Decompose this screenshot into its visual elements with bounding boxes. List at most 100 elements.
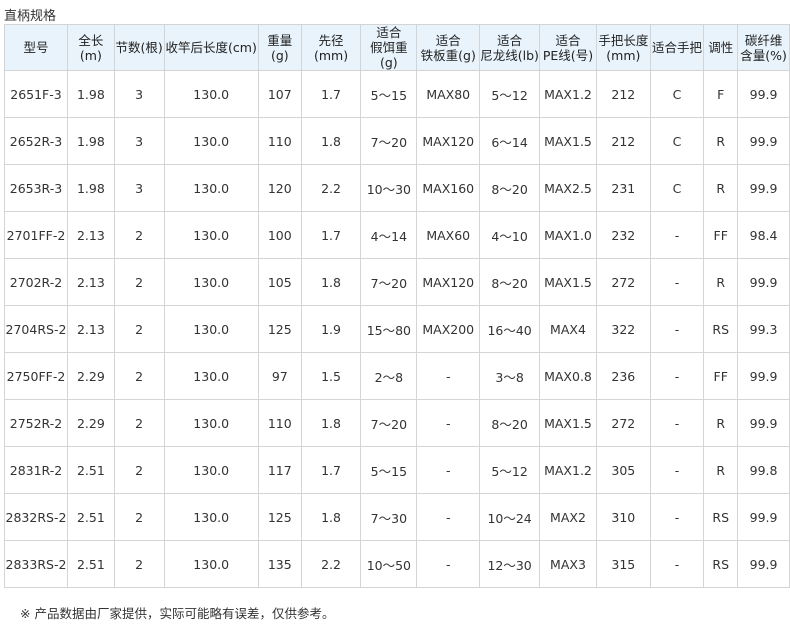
table-cell: 2 (113, 540, 165, 588)
table-cell: MAX1.2 (539, 70, 597, 118)
table-cell: 2.51 (66, 540, 115, 588)
spec-table: 型号 全长(m) 节数(根) 收竿后长度(cm) 重量(g) 先径 (mm) 适合 假饵重(g… (4, 24, 790, 588)
table-cell: MAX3 (539, 540, 597, 588)
table-cell: MAX0.8 (539, 352, 597, 400)
table-cell: 2.13 (66, 305, 115, 353)
table-cell: 1.5 (300, 352, 362, 400)
table-cell: - (649, 211, 705, 259)
table-cell: - (649, 258, 705, 306)
table-cell: 99.9 (737, 258, 790, 306)
table-cell: RS (703, 540, 739, 588)
table-row: 2704RS-2 2.13 2 130.0 125 1.9 15～80 MAX200 16～40… (4, 305, 790, 353)
model-cell: 2832RS-2 (4, 493, 68, 541)
table-cell: C (649, 70, 705, 118)
column-header: 节数(根) (113, 24, 165, 71)
table-cell: 7～20 (360, 258, 418, 306)
table-cell: 2.2 (300, 540, 362, 588)
table-cell: 2 (113, 305, 165, 353)
table-cell: 2.13 (66, 258, 115, 306)
table-cell: 130.0 (163, 70, 259, 118)
table-cell: 6～14 (479, 117, 541, 165)
table-cell: MAX2.5 (539, 164, 597, 212)
table-cell: R (703, 446, 739, 494)
table-cell: C (649, 117, 705, 165)
table-cell: 110 (257, 399, 302, 447)
table-cell: 99.3 (737, 305, 790, 353)
table-cell: 1.98 (66, 164, 115, 212)
table-cell: 3 (113, 70, 165, 118)
table-cell: 272 (595, 258, 651, 306)
table-cell: RS (703, 305, 739, 353)
column-header: 先径 (mm) (300, 24, 362, 71)
table-cell: 2.51 (66, 493, 115, 541)
table-cell: MAX120 (416, 117, 481, 165)
table-cell: 2 (113, 493, 165, 541)
table-cell: - (416, 399, 481, 447)
table-cell: 110 (257, 117, 302, 165)
table-cell: 99.9 (737, 117, 790, 165)
table-cell: MAX160 (416, 164, 481, 212)
table-cell: MAX1.5 (539, 258, 597, 306)
table-cell: 4～14 (360, 211, 418, 259)
table-row: 2702R-2 2.13 2 130.0 105 1.8 7～20 MAX120 8～20 MAX… (4, 258, 790, 306)
table-cell: MAX2 (539, 493, 597, 541)
table-cell: F (703, 70, 739, 118)
table-cell: 3～8 (479, 352, 541, 400)
table-body: 2651F-3 1.98 3 130.0 107 1.7 5～15 MAX80 5～12 MAX1… (4, 70, 790, 588)
table-row: 2832RS-2 2.51 2 130.0 125 1.8 7～30-10～24 MAX2 31… (4, 493, 790, 541)
table-cell: 2.13 (66, 211, 115, 259)
model-cell: 2701FF-2 (4, 211, 68, 259)
table-cell: - (416, 446, 481, 494)
table-cell: 2～8 (360, 352, 418, 400)
table-cell: 236 (595, 352, 651, 400)
table-row: 2653R-3 1.98 3 130.0 120 2.2 10～30 MAX160 8～20 MA… (4, 164, 790, 212)
table-row: 2750FF-2 2.29 2 130.0 97 1.5 2～8-3～8 MAX0.8 236-… (4, 352, 790, 400)
column-header: 适合 假饵重(g) (360, 24, 418, 71)
table-cell: - (649, 446, 705, 494)
table-row: 2652R-3 1.98 3 130.0 110 1.8 7～20 MAX120 6～14 MAX… (4, 117, 790, 165)
table-cell: 1.7 (300, 211, 362, 259)
model-cell: 2651F-3 (4, 70, 68, 118)
table-cell: 8～20 (479, 164, 541, 212)
model-cell: 2652R-3 (4, 117, 68, 165)
spec-title: 直柄规格 (4, 9, 57, 24)
table-row: 2752R-2 2.29 2 130.0 110 1.8 7～20-8～20 MAX1.5 27… (4, 399, 790, 447)
table-cell: RS (703, 493, 739, 541)
table-cell: 7～20 (360, 399, 418, 447)
table-cell: 130.0 (163, 446, 259, 494)
table-cell: MAX1.5 (539, 117, 597, 165)
table-cell: 2.29 (66, 399, 115, 447)
table-cell: 310 (595, 493, 651, 541)
model-cell: 2752R-2 (4, 399, 68, 447)
table-cell: 107 (257, 70, 302, 118)
table-cell: 130.0 (163, 352, 259, 400)
disclaimer-note: ※ 产品数据由厂家提供，实际可能略有误差，仅供参考。 (20, 606, 335, 621)
table-cell: R (703, 399, 739, 447)
table-cell: MAX1.0 (539, 211, 597, 259)
table-cell: 212 (595, 70, 651, 118)
table-cell: R (703, 258, 739, 306)
table-cell: FF (703, 211, 739, 259)
table-cell: FF (703, 352, 739, 400)
table-cell: 15～80 (360, 305, 418, 353)
table-cell: 99.9 (737, 540, 790, 588)
table-cell: 1.8 (300, 117, 362, 165)
table-cell: 231 (595, 164, 651, 212)
column-header: 适合 尼龙线(lb) (479, 24, 541, 71)
table-cell: 117 (257, 446, 302, 494)
table-cell: 130.0 (163, 211, 259, 259)
table-cell: 10～24 (479, 493, 541, 541)
table-cell: 2 (113, 399, 165, 447)
column-header: 型号 (4, 24, 68, 71)
table-cell: 130.0 (163, 305, 259, 353)
table-cell: 98.4 (737, 211, 790, 259)
table-cell: 5～12 (479, 70, 541, 118)
table-cell: 130.0 (163, 117, 259, 165)
table-cell: - (649, 493, 705, 541)
table-cell: - (649, 399, 705, 447)
table-row: 2831R-2 2.51 2 130.0 117 1.7 5～15-5～12 MAX1.2 30… (4, 446, 790, 494)
table-cell: C (649, 164, 705, 212)
table-cell: MAX60 (416, 211, 481, 259)
table-cell: 2 (113, 446, 165, 494)
table-cell: 1.8 (300, 258, 362, 306)
